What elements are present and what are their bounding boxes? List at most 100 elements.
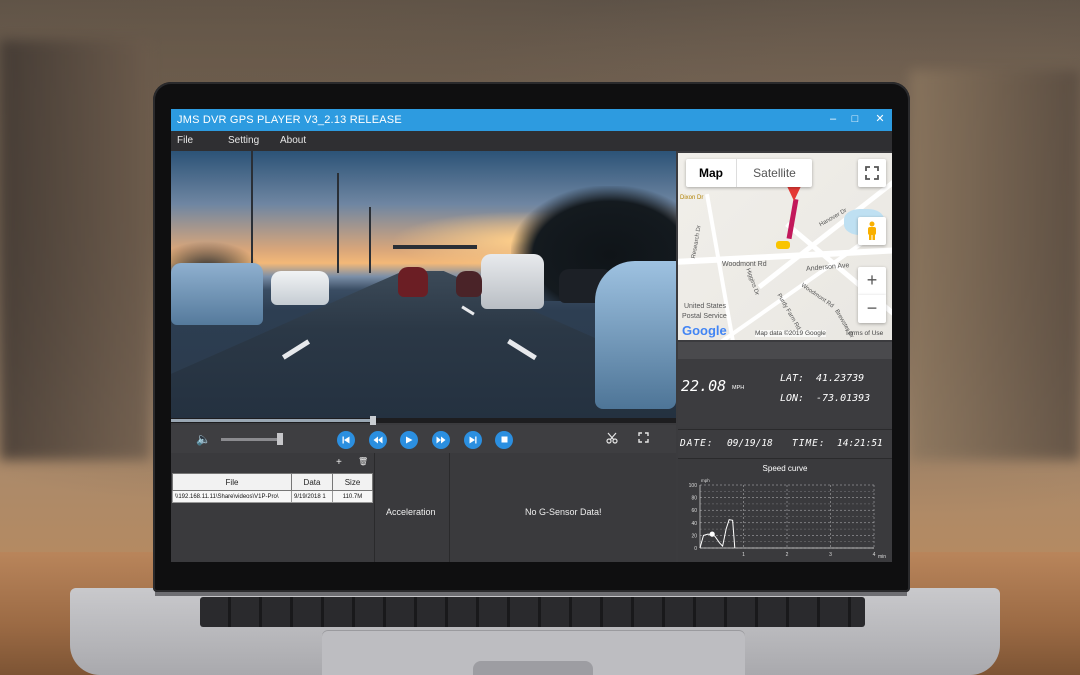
video-progress-fill — [171, 419, 373, 422]
title-bar: JMS DVR GPS PLAYER V3_2.13 RELEASE – □ ✕ — [171, 109, 892, 131]
fullscreen-button[interactable] — [638, 432, 649, 446]
skip-forward-button[interactable] — [464, 431, 482, 449]
acceleration-label: Acceleration — [386, 507, 436, 517]
file-path-cell: \\192.168.11.11\Share\videos\V1P-Pro\ — [172, 490, 292, 503]
background-shelf-right — [910, 70, 1080, 460]
add-file-button[interactable]: + — [336, 457, 342, 468]
chart-title: Speed curve — [763, 464, 808, 473]
file-date-cell: 9/19/2018 1 — [291, 490, 333, 503]
skip-back-icon — [342, 436, 350, 444]
cut-button[interactable] — [606, 432, 618, 447]
gsensor-message: No G-Sensor Data! — [525, 507, 602, 517]
laptop-notch — [473, 661, 593, 675]
video-progress-handle[interactable] — [370, 416, 376, 425]
date-label: DATE: — [680, 438, 714, 449]
rewind-button[interactable] — [369, 431, 387, 449]
table-row[interactable]: \\192.168.11.11\Share\videos\V1P-Pro\ 9/… — [172, 490, 373, 503]
zoom-in-button[interactable]: + — [858, 267, 886, 295]
column-header-size[interactable]: Size — [332, 473, 373, 491]
video-pole — [369, 207, 371, 273]
stop-button[interactable] — [495, 431, 513, 449]
maximize-button[interactable]: □ — [848, 112, 862, 126]
map-view[interactable]: Woodmont Rd Anderson Ave United States P… — [678, 153, 892, 340]
date-value: 09/19/18 — [727, 438, 773, 449]
rewind-icon — [373, 436, 383, 444]
menu-file[interactable]: File — [177, 135, 193, 146]
time-label: TIME: — [792, 438, 826, 449]
y-tick-label: 0 — [694, 546, 697, 552]
minimize-button[interactable]: – — [826, 112, 840, 126]
file-panel: + 🗑 File Data Size \\192.168.11.11\Share… — [171, 453, 676, 562]
menu-setting[interactable]: Setting — [228, 135, 259, 146]
tab-satellite[interactable]: Satellite — [737, 159, 812, 187]
map-type-tabs: Map Satellite — [686, 159, 812, 187]
file-size-cell: 110.7M — [332, 490, 373, 503]
time-value: 14:21:51 — [837, 438, 883, 449]
map-fullscreen-button[interactable] — [858, 159, 886, 187]
speed-chart-panel: Speed curve mph min 0 20 40 60 80 100 1 2 3 4 — [678, 459, 892, 562]
background-shelf — [0, 40, 150, 460]
lon-label: LON: — [780, 393, 805, 404]
y-tick-label: 60 — [691, 508, 697, 514]
date-time-bar: DATE: 09/19/18 TIME: 14:21:51 — [678, 429, 892, 459]
map-attribution: Map data ©2019 Google — [755, 330, 826, 337]
close-button[interactable]: ✕ — [873, 112, 887, 126]
skip-back-button[interactable] — [337, 431, 355, 449]
fast-forward-icon — [436, 436, 446, 444]
tab-map[interactable]: Map — [686, 159, 736, 187]
map-label: Woodmont Rd — [799, 282, 835, 310]
video-scrub-bar[interactable] — [171, 416, 676, 425]
map-label: Higgins Dr — [744, 267, 760, 297]
cut-icon — [606, 432, 618, 444]
volume-icon[interactable]: 🔈 — [196, 432, 211, 446]
zoom-out-button[interactable]: − — [858, 295, 886, 323]
lat-label: LAT: — [780, 373, 805, 384]
fast-forward-button[interactable] — [432, 431, 450, 449]
app-window: JMS DVR GPS PLAYER V3_2.13 RELEASE – □ ✕… — [171, 109, 892, 562]
window-title: JMS DVR GPS PLAYER V3_2.13 RELEASE — [177, 114, 402, 126]
x-tick-label: 1 — [742, 552, 745, 558]
column-header-file[interactable]: File — [172, 473, 292, 491]
skip-forward-icon — [469, 436, 477, 444]
gps-stats: 22.08 MPH LAT: 41.23739 LON: -73.01393 — [678, 359, 892, 427]
x-tick-label: 3 — [829, 552, 832, 558]
volume-handle[interactable] — [276, 433, 283, 445]
lat-value: 41.23739 — [816, 373, 865, 384]
terms-link[interactable]: Terms of Use — [845, 330, 883, 337]
video-car — [456, 271, 482, 297]
column-header-data[interactable]: Data — [291, 473, 333, 491]
pegman-icon — [868, 221, 876, 240]
panel-divider — [449, 453, 450, 562]
volume-slider[interactable] — [221, 438, 283, 441]
lon-value: -73.01393 — [816, 393, 871, 404]
video-overhead-sign — [393, 245, 477, 249]
speed-marker — [709, 531, 715, 537]
play-button[interactable] — [400, 431, 418, 449]
y-tick-label: 100 — [689, 483, 698, 489]
x-tick-label: 4 — [873, 552, 876, 558]
street-view-button[interactable] — [858, 217, 886, 245]
stats-separator — [678, 342, 892, 359]
map-car-icon — [776, 241, 790, 249]
fullscreen-icon — [865, 166, 879, 180]
map-label: Dixon Dr — [680, 195, 704, 201]
menu-about[interactable]: About — [280, 135, 306, 146]
panel-divider — [374, 453, 375, 562]
map-label: Purdy Farm Rd — [775, 292, 802, 332]
map-label: Postal Service — [682, 313, 727, 320]
video-frame[interactable] — [171, 151, 676, 418]
map-label: Woodmont Rd — [722, 261, 767, 268]
delete-file-button[interactable]: 🗑 — [358, 457, 368, 466]
stop-icon — [501, 436, 507, 443]
x-tick-label: 2 — [786, 552, 789, 558]
video-car — [595, 261, 676, 409]
speed-series-line — [699, 519, 736, 549]
file-table: File Data Size \\192.168.11.11\Share\vid… — [172, 473, 373, 503]
video-car — [171, 263, 263, 325]
video-car — [398, 267, 428, 297]
map-label: Research Dr — [690, 224, 703, 260]
speed-chart: Speed curve mph min 0 20 40 60 80 100 1 2 3 4 — [689, 464, 887, 560]
playback-controls: 🔈 — [171, 425, 676, 453]
laptop-keyboard — [200, 597, 865, 627]
video-pole — [337, 173, 339, 273]
